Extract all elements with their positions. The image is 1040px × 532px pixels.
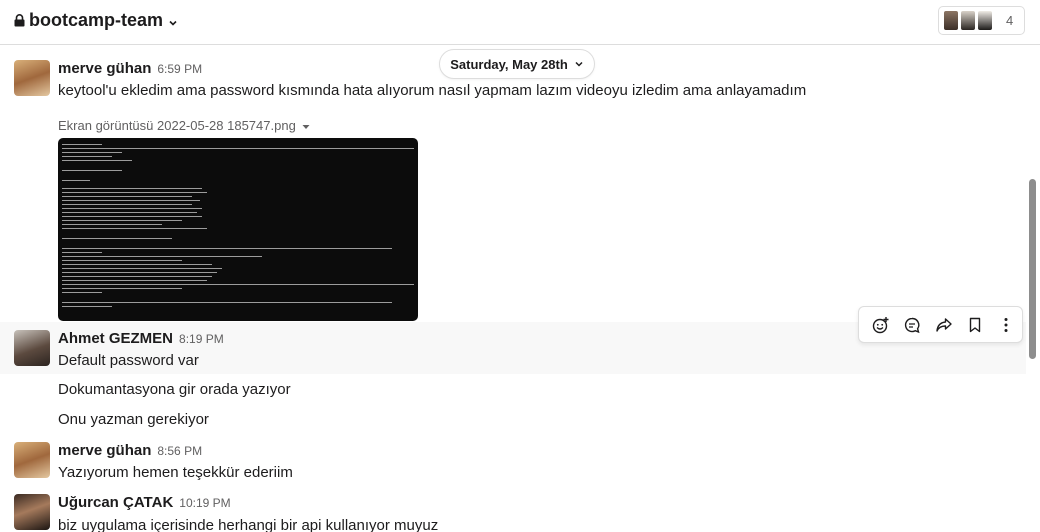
message-text: keytool'u ekledim ama password kısmında … (58, 82, 807, 99)
message-row: merve gühan 8:56 PM Yazıyorum hemen teşek… (0, 434, 1026, 486)
channel-header: bootcamp-team 4 (0, 0, 1040, 45)
message-author[interactable]: Uğurcan ÇATAK 10:19 PM (58, 494, 231, 511)
channel-title-button[interactable]: bootcamp-team (14, 10, 180, 31)
attachment-image[interactable] (58, 138, 418, 321)
chevron-down-icon (168, 15, 180, 27)
save-bookmark-icon[interactable] (959, 309, 990, 341)
channel-name: bootcamp-team (29, 10, 164, 30)
member-avatar (960, 10, 976, 31)
date-divider-button[interactable]: Saturday, May 28th (439, 49, 595, 79)
message-time[interactable]: 8:19 PM (179, 332, 224, 346)
message-text: biz uygulama içerisinde herhangi bir api… (58, 517, 439, 532)
message-row: merve gühan 6:59 PM keytool'u ekledim ama… (0, 54, 1026, 322)
share-message-icon[interactable] (928, 309, 959, 341)
message-row: Onu yazman gerekiyor (0, 404, 1026, 434)
message-row: Uğurcan ÇATAK 10:19 PM biz uygulama içeri… (0, 486, 1026, 532)
scrollbar[interactable] (1026, 46, 1040, 532)
message-time[interactable]: 8:56 PM (157, 444, 202, 458)
message-text: Dokumantasyona gir orada yazıyor (58, 381, 291, 398)
message-text: Yazıyorum hemen teşekkür ederiim (58, 464, 293, 481)
more-actions-icon[interactable] (991, 309, 1022, 341)
avatar[interactable] (14, 60, 50, 96)
attachment-name[interactable]: Ekran görüntüsü 2022-05-28 185747.png (58, 118, 310, 133)
message-list: merve gühan 6:59 PM keytool'u ekledim ama… (0, 46, 1026, 532)
message-author[interactable]: merve gühan 8:56 PM (58, 442, 202, 459)
lock-icon (14, 11, 26, 31)
message-row: Dokumantasyona gir orada yazıyor (0, 374, 1026, 404)
add-reaction-icon[interactable] (865, 309, 896, 341)
caret-down-icon (302, 118, 310, 133)
avatar[interactable] (14, 330, 50, 366)
reply-in-thread-icon[interactable] (896, 309, 927, 341)
avatar[interactable] (14, 442, 50, 478)
avatar[interactable] (14, 494, 50, 530)
message-author[interactable]: Ahmet GEZMEN 8:19 PM (58, 330, 224, 347)
member-avatar (943, 10, 959, 31)
member-list-button[interactable]: 4 (938, 6, 1025, 35)
message-text: Default password var (58, 352, 199, 369)
member-count: 4 (1006, 13, 1014, 28)
scrollbar-thumb[interactable] (1029, 179, 1036, 359)
message-actions-toolbar (858, 306, 1023, 343)
chevron-down-icon (574, 57, 584, 72)
message-time[interactable]: 6:59 PM (157, 62, 202, 76)
message-text: Onu yazman gerekiyor (58, 411, 209, 428)
message-time[interactable]: 10:19 PM (179, 496, 230, 510)
member-avatar (977, 10, 993, 31)
message-author[interactable]: merve gühan 6:59 PM (58, 60, 202, 77)
